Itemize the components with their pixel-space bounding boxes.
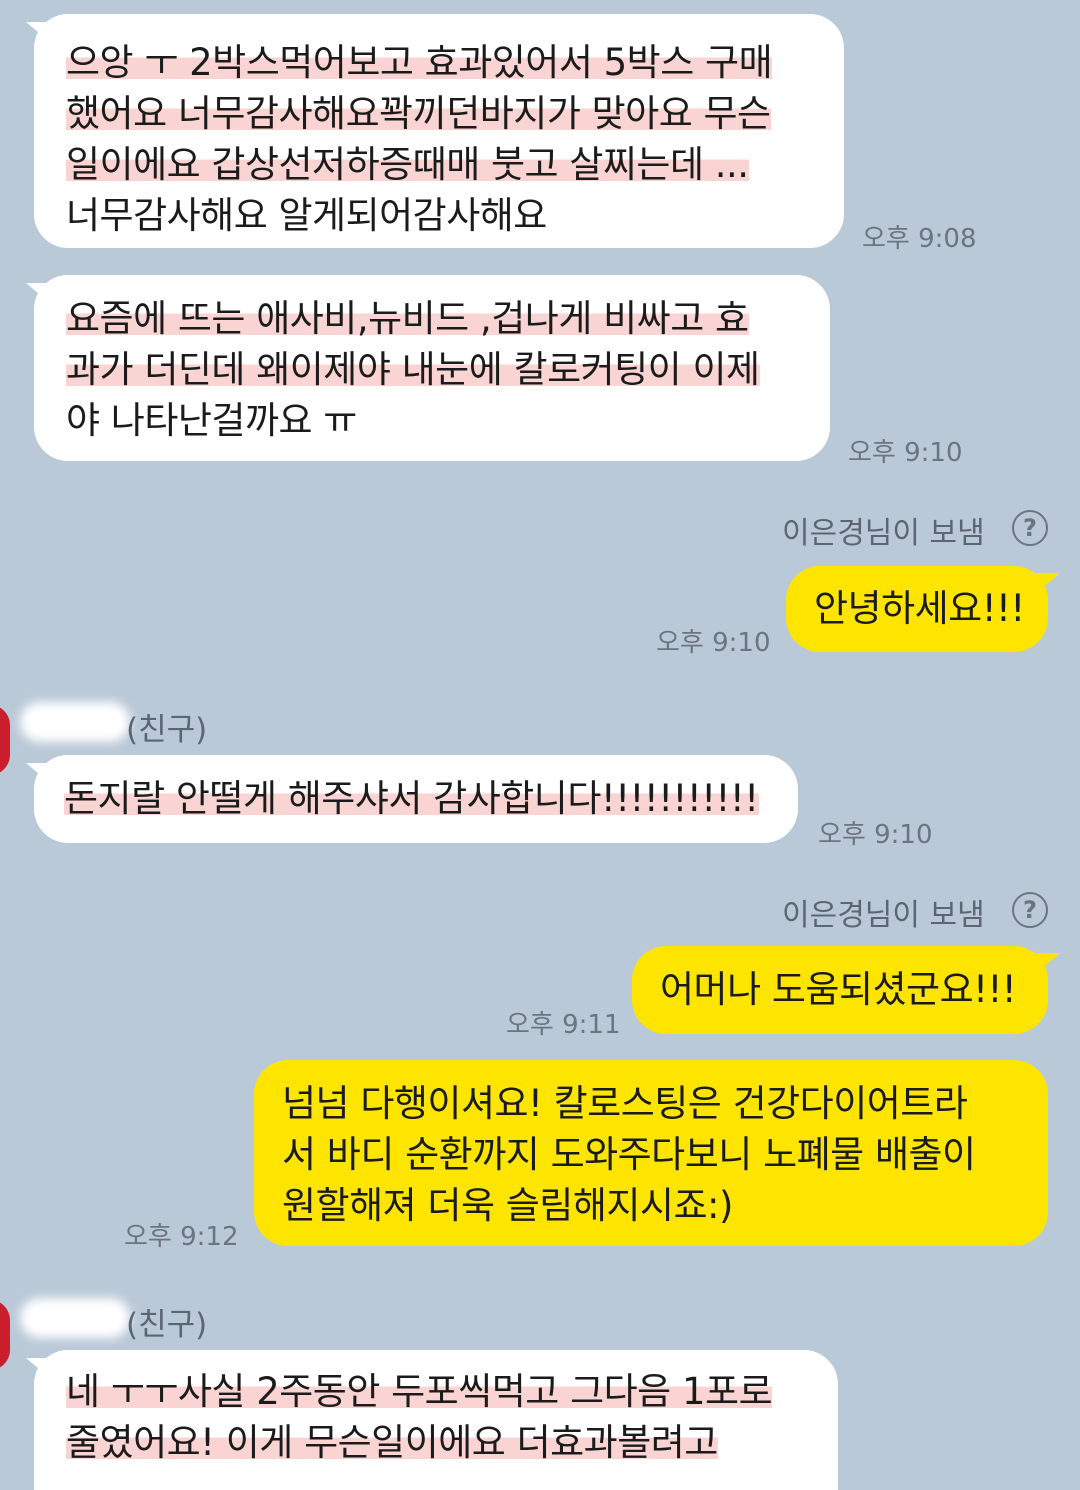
avatar[interactable] (0, 705, 10, 775)
sender-name: (친구) (126, 712, 208, 748)
message-text-line: 야 나타난걸까요 ㅠ (66, 399, 357, 442)
message-bubble-incoming[interactable]: 으앙 ㅜ 2박스먹어보고 효과있어서 5박스 구매 했어요 너무감사해요꽉끼던바… (34, 14, 844, 248)
message-time: 오후 9:12 (124, 1222, 239, 1252)
bubble-tail (1034, 953, 1060, 975)
message-text-line: 어머나 도움되셨군요!!! (660, 968, 1017, 1011)
redacted-sender-name (20, 702, 130, 742)
message-text-line: 넘넘 다행이셔요! 칼로스팅은 건강다이어트라 (282, 1082, 968, 1125)
message-text-line: 줄였어요! 이게 무슨일이에요 더효과볼려고 (66, 1421, 718, 1464)
help-circle-icon[interactable]: ? (1012, 510, 1048, 546)
message-bubble-outgoing[interactable]: 넘넘 다행이셔요! 칼로스팅은 건강다이어트라 서 바디 순환까지 도와주다보니… (254, 1060, 1048, 1246)
message-text-line: 일이에요 갑상선저하증때매 붓고 살찌는데 ... (66, 143, 749, 186)
message-bubble-incoming[interactable]: 요즘에 뜨는 애사비,뉴비드 ,겁나게 비싸고 효 과가 더딘데 왜이제야 내눈… (34, 275, 830, 461)
message-text-line: 안녕하세요!!! (814, 587, 1025, 630)
help-circle-icon[interactable]: ? (1012, 892, 1048, 928)
redacted-sender-name (20, 1298, 130, 1338)
message-text-line: 과가 더딘데 왜이제야 내눈에 칼로커팅이 이제 (66, 348, 760, 391)
sender-name: (친구) (126, 1307, 208, 1343)
message-bubble-incoming[interactable]: 네 ㅜㅜ사실 2주동안 두포씩먹고 그다음 1포로 줄였어요! 이게 무슨일이에… (34, 1350, 838, 1490)
message-text-line: 서 바디 순환까지 도와주다보니 노폐물 배출이 (282, 1133, 976, 1176)
message-text-line: 너무감사해요 알게되어감사해요 (66, 194, 547, 237)
message-text-line: 네 ㅜㅜ사실 2주동안 두포씩먹고 그다음 1포로 (66, 1370, 773, 1413)
message-time: 오후 9:11 (506, 1010, 621, 1040)
message-time: 오후 9:10 (818, 820, 933, 850)
message-bubble-outgoing[interactable]: 어머나 도움되셨군요!!! (632, 946, 1048, 1034)
sent-by-label: 이은경님이 보냄 (782, 898, 985, 933)
message-text-line: 으앙 ㅜ 2박스먹어보고 효과있어서 5박스 구매 (66, 41, 773, 84)
message-text-line: 원할해져 더욱 슬림해지시죠:) (282, 1184, 733, 1227)
sent-by-label: 이은경님이 보냄 (782, 516, 985, 551)
message-bubble-incoming[interactable]: 돈지랄 안떨게 해주샤서 감사합니다!!!!!!!!!!! (34, 755, 798, 843)
message-time: 오후 9:08 (862, 224, 977, 254)
message-time: 오후 9:10 (848, 438, 963, 468)
message-text-line: 돈지랄 안떨게 해주샤서 감사합니다!!!!!!!!!!! (64, 777, 759, 820)
message-text-line: 요즘에 뜨는 애사비,뉴비드 ,겁나게 비싸고 효 (66, 297, 749, 340)
avatar[interactable] (0, 1300, 10, 1370)
message-bubble-outgoing[interactable]: 안녕하세요!!! (786, 566, 1048, 652)
message-time: 오후 9:10 (656, 628, 771, 658)
message-text-line: 했어요 너무감사해요꽉끼던바지가 맞아요 무슨 (66, 92, 771, 135)
bubble-tail (1034, 573, 1060, 595)
